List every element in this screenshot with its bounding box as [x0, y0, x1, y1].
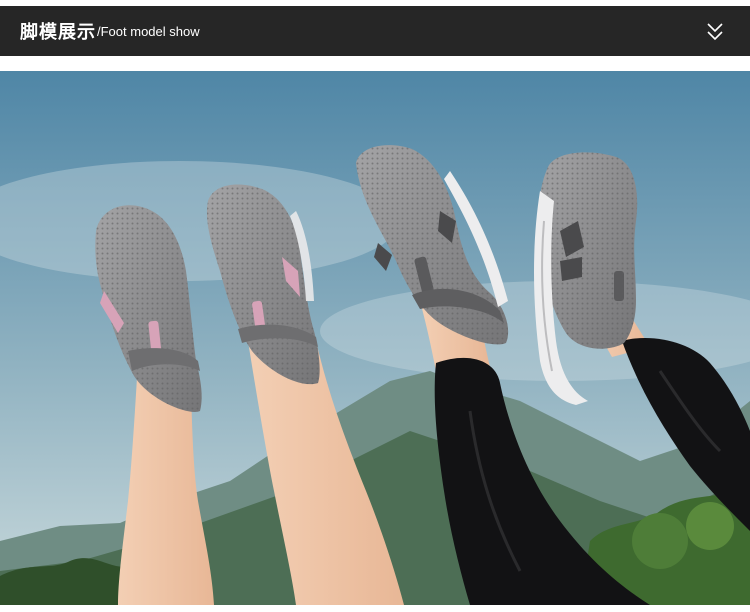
double-chevron-down-icon[interactable] [706, 21, 724, 43]
foot-model-photo [0, 71, 750, 605]
section-title-english: /Foot model show [97, 23, 200, 39]
section-header-bar: 脚模展示 /Foot model show [0, 6, 750, 56]
section-title-chinese: 脚模展示 [20, 22, 96, 43]
